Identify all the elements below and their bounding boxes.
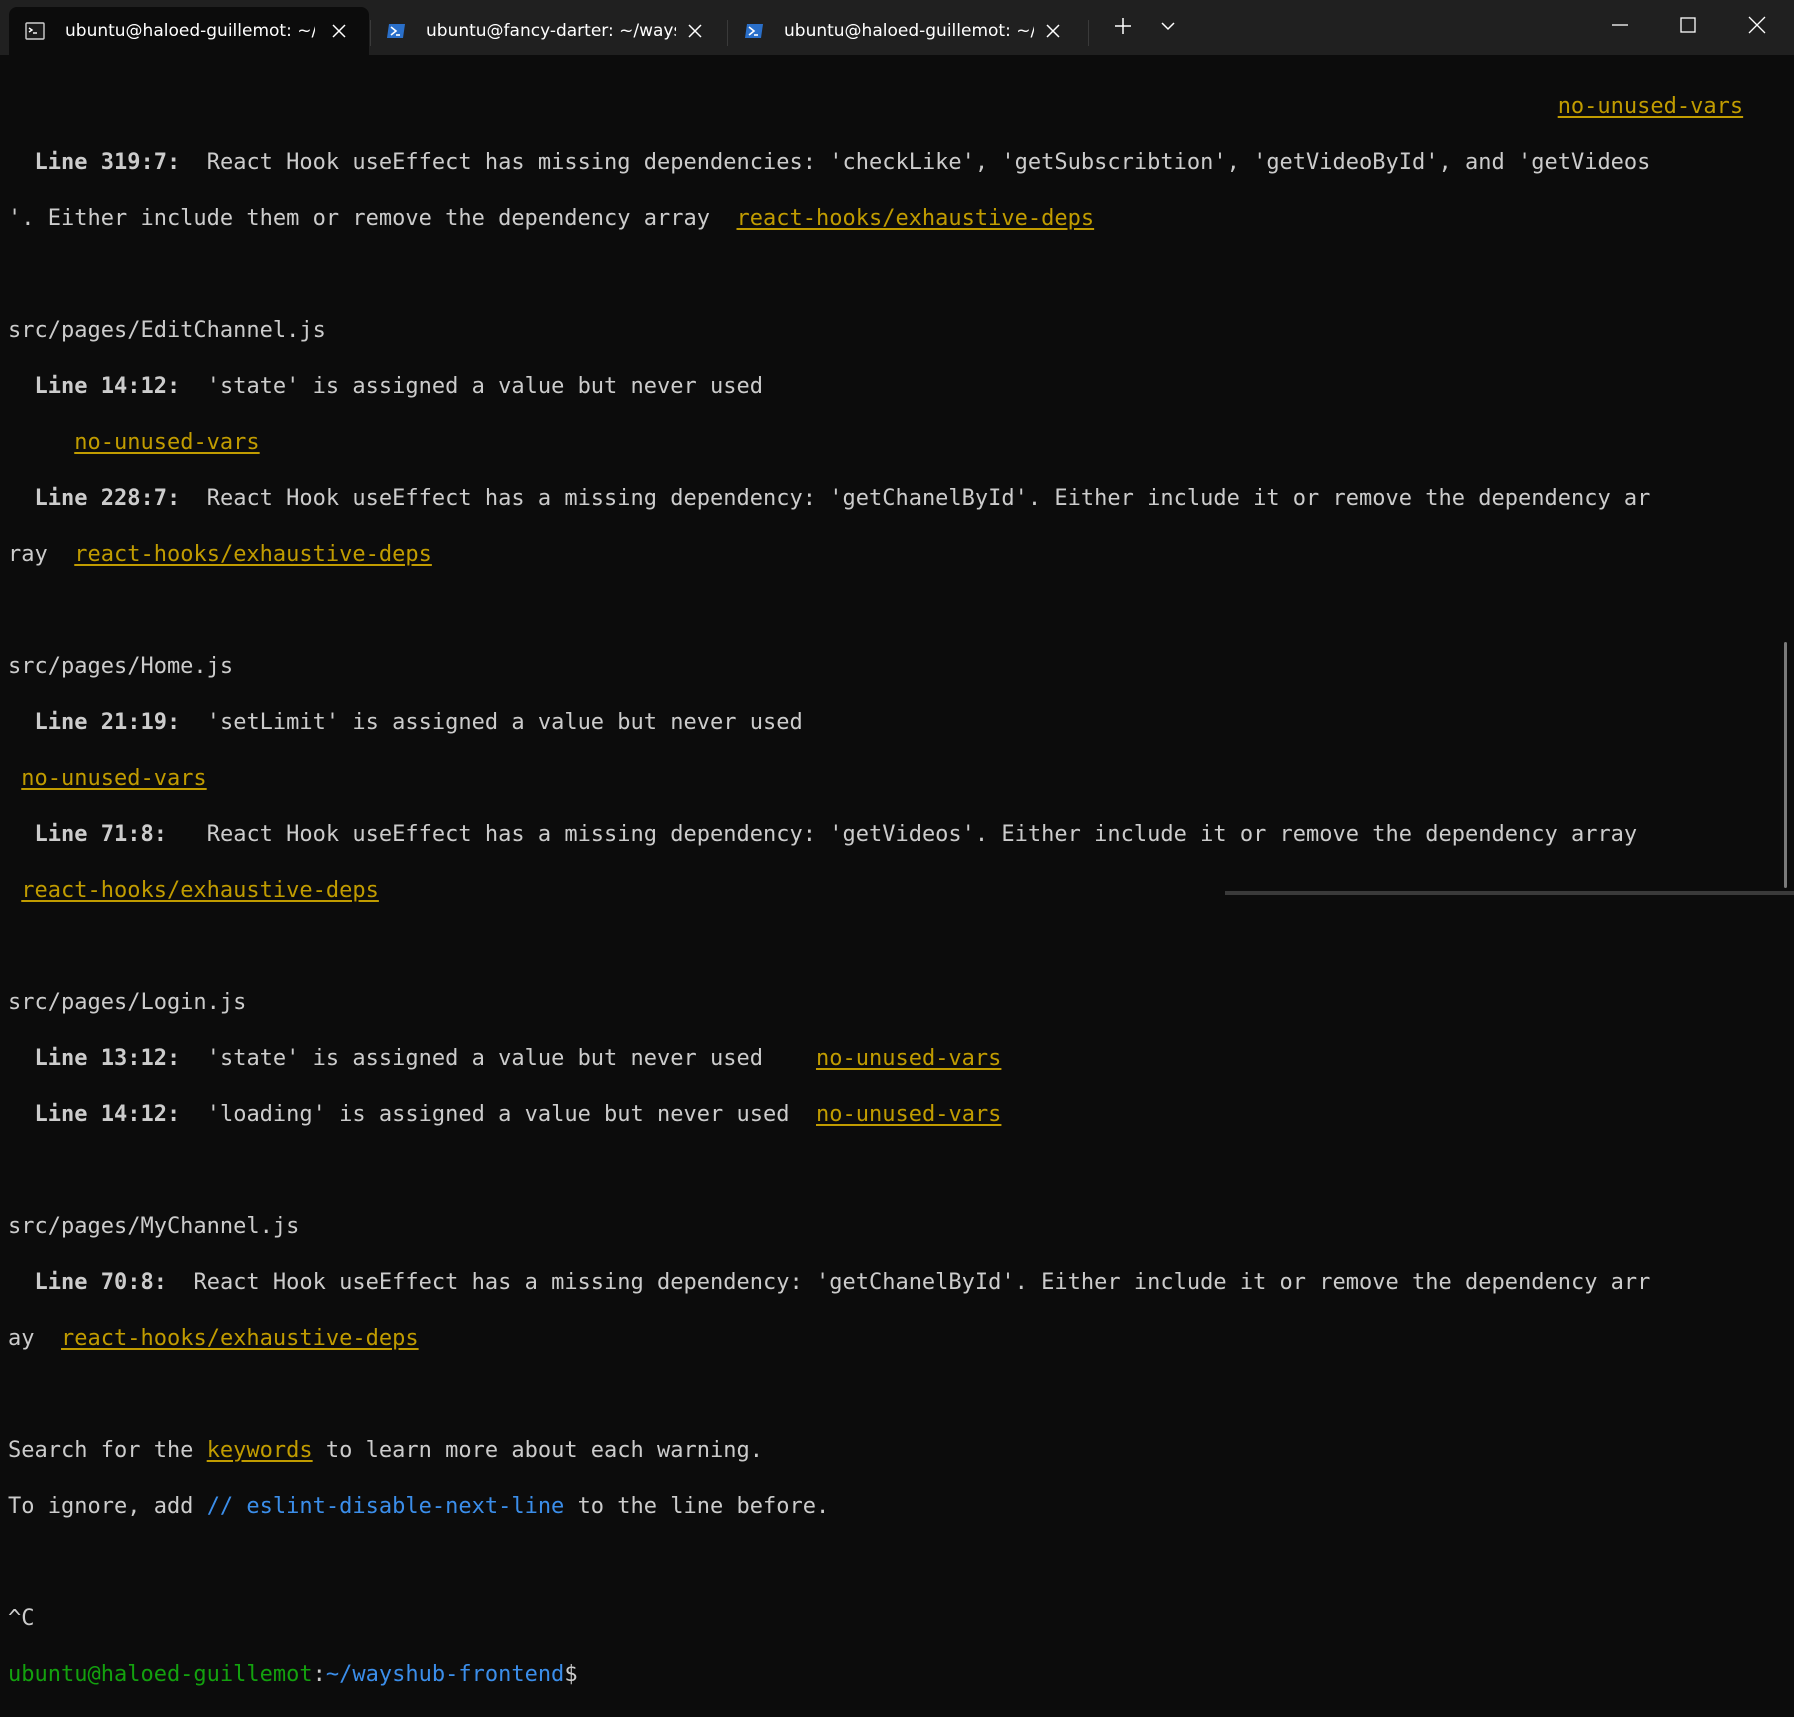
file-path: src/pages/MyChannel.js: [8, 1214, 300, 1239]
prompt-sign: $: [564, 1662, 578, 1687]
rule-link[interactable]: react-hooks/exhaustive-deps: [737, 206, 1095, 231]
maximize-button[interactable]: [1653, 0, 1723, 50]
minimize-button[interactable]: [1585, 0, 1655, 50]
rule-link[interactable]: no-unused-vars: [816, 1046, 1001, 1071]
close-icon[interactable]: [327, 19, 351, 43]
terminal-line: no-unused-vars: [8, 93, 1774, 121]
minimize-icon: [1612, 24, 1628, 26]
line-label: Line 14:12:: [34, 374, 181, 399]
warning-message: 'setLimit' is assigned a value but never…: [206, 710, 803, 735]
powershell-icon: [745, 24, 763, 38]
rule-link[interactable]: no-unused-vars: [21, 766, 206, 791]
terminal-line: Line 21:19: 'setLimit' is assigned a val…: [8, 709, 1774, 737]
terminal-line: Line 71:8: React Hook useEffect has a mi…: [8, 821, 1774, 849]
warning-message: '. Either include them or remove the dep…: [8, 206, 710, 231]
rule-link[interactable]: no-unused-vars: [74, 430, 259, 455]
warning-message: React Hook useEffect has a missing depen…: [206, 486, 1651, 511]
file-path: src/pages/Home.js: [8, 654, 234, 679]
tab-dropdown-button[interactable]: [1148, 8, 1188, 44]
info-text: To ignore, add: [8, 1494, 194, 1519]
new-tab-button[interactable]: [1103, 8, 1143, 44]
terminal-line: To ignore, add // eslint-disable-next-li…: [8, 1493, 1774, 1521]
rule-link[interactable]: react-hooks/exhaustive-deps: [61, 1326, 419, 1351]
rule-link[interactable]: react-hooks/exhaustive-deps: [21, 878, 379, 903]
prompt-line[interactable]: ubuntu@haloed-guillemot:~/wayshub-fronte…: [8, 1661, 1774, 1689]
terminal-line: no-unused-vars: [8, 429, 1774, 457]
file-path: src/pages/EditChannel.js: [8, 318, 326, 343]
line-label: Line 13:12:: [34, 1046, 181, 1071]
close-icon: [1748, 16, 1766, 34]
tab-3[interactable]: ubuntu@haloed-guillemot: ~/: [728, 7, 1083, 55]
info-text: to learn more about each warning.: [325, 1438, 763, 1463]
plus-icon: [1115, 18, 1131, 34]
info-text: to the line before.: [577, 1494, 830, 1519]
terminal-line: ray react-hooks/exhaustive-deps: [8, 541, 1774, 569]
terminal-line: ay react-hooks/exhaustive-deps: [8, 1325, 1774, 1353]
vertical-scrollbar[interactable]: [1784, 642, 1787, 888]
terminal-line: Line 14:12: 'loading' is assigned a valu…: [8, 1101, 1774, 1129]
horizontal-scrollbar[interactable]: [1225, 891, 1794, 895]
warning-message: React Hook useEffect has missing depende…: [206, 150, 1651, 175]
warning-message: 'state' is assigned a value but never us…: [206, 1046, 763, 1071]
tab-title: ubuntu@haloed-guillemot: ~/: [784, 21, 1034, 41]
file-path: src/pages/Login.js: [8, 990, 247, 1015]
title-bar: ubuntu@haloed-guillemot: ~/ ubuntu@fancy…: [0, 0, 1794, 55]
terminal-line: no-unused-vars: [8, 765, 1774, 793]
tab-title: ubuntu@haloed-guillemot: ~/: [65, 21, 315, 41]
terminal-icon: [25, 22, 45, 40]
chevron-down-icon: [1161, 22, 1175, 31]
warning-message: React Hook useEffect has a missing depen…: [193, 1270, 1651, 1295]
terminal-line: src/pages/EditChannel.js: [8, 317, 1774, 345]
warning-message: React Hook useEffect has a missing depen…: [206, 822, 1638, 847]
line-label: Line 71:8:: [34, 822, 167, 847]
eslint-comment: // eslint-disable-next-line: [206, 1494, 565, 1519]
terminal-line: Line 228:7: React Hook useEffect has a m…: [8, 485, 1774, 513]
terminal-line: Line 13:12: 'state' is assigned a value …: [8, 1045, 1774, 1073]
info-text: Search for the: [8, 1438, 194, 1463]
line-label: Line 319:7:: [34, 150, 181, 175]
maximize-icon: [1680, 17, 1696, 33]
prompt-user: ubuntu@haloed-guillemot: [8, 1662, 313, 1687]
keywords-link[interactable]: keywords: [207, 1438, 313, 1463]
terminal-line: Line 14:12: 'state' is assigned a value …: [8, 373, 1774, 401]
prompt-colon: :: [312, 1662, 326, 1687]
terminal-line: '. Either include them or remove the dep…: [8, 205, 1774, 233]
line-label: Line 70:8:: [34, 1270, 167, 1295]
tab-2[interactable]: ubuntu@fancy-darter: ~/ways: [370, 7, 725, 55]
rule-link[interactable]: no-unused-vars: [816, 1102, 1001, 1127]
line-label: Line 228:7:: [34, 486, 181, 511]
warning-message: ray: [8, 542, 48, 567]
warning-message: 'state' is assigned a value but never us…: [206, 374, 763, 399]
line-label: Line 14:12:: [34, 1102, 181, 1127]
powershell-icon: [387, 24, 405, 38]
terminal-line: Line 319:7: React Hook useEffect has mis…: [8, 149, 1774, 177]
terminal-line: Search for the keywords to learn more ab…: [8, 1437, 1774, 1465]
close-icon[interactable]: [683, 19, 707, 43]
terminal-line: ^C: [8, 1605, 1774, 1633]
close-icon[interactable]: [1041, 19, 1065, 43]
prompt-path: ~/wayshub-frontend: [325, 1662, 565, 1687]
line-label: Line 21:19:: [34, 710, 181, 735]
rule-link[interactable]: no-unused-vars: [1558, 94, 1743, 119]
close-window-button[interactable]: [1722, 0, 1792, 50]
tab-title: ubuntu@fancy-darter: ~/ways: [426, 21, 676, 41]
terminal-line: src/pages/Login.js: [8, 989, 1774, 1017]
rule-link[interactable]: react-hooks/exhaustive-deps: [74, 542, 432, 567]
tab-divider: [1088, 20, 1089, 46]
warning-message: ay: [8, 1326, 35, 1351]
tab-1[interactable]: ubuntu@haloed-guillemot: ~/: [9, 7, 369, 55]
terminal-line: src/pages/Home.js: [8, 653, 1774, 681]
warning-message: 'loading' is assigned a value but never …: [206, 1102, 790, 1127]
terminal-line: src/pages/MyChannel.js: [8, 1213, 1774, 1241]
ctrl-c-text: ^C: [8, 1606, 35, 1631]
terminal-line: Line 70:8: React Hook useEffect has a mi…: [8, 1269, 1774, 1297]
